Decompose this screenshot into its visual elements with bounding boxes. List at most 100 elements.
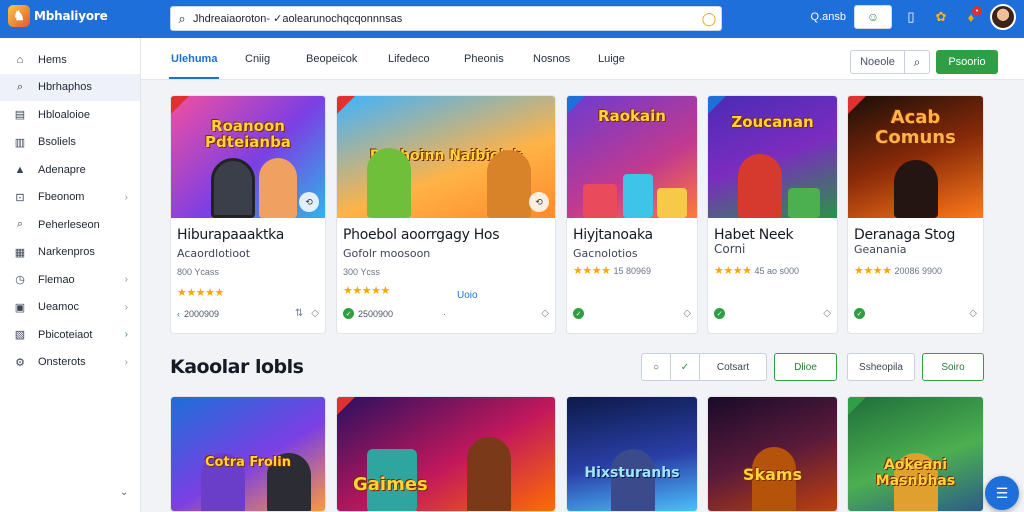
chat-icon[interactable]: ☰ xyxy=(985,476,1019,510)
game-thumbnail: Skams xyxy=(708,397,837,511)
card-title: Deranaga Stog xyxy=(854,227,956,243)
game-card[interactable]: Hixsturanhs xyxy=(566,396,698,512)
verified-icon: ✓ xyxy=(854,308,865,319)
share-icon[interactable]: ‹ xyxy=(177,309,180,319)
play-icon[interactable]: ⟲ xyxy=(529,192,549,212)
verified-icon: ✓ xyxy=(343,308,354,319)
card-subtitle: Gacnolotios xyxy=(573,247,638,260)
tab-6[interactable]: Luige xyxy=(598,53,625,65)
chart-icon: ▧ xyxy=(14,329,26,342)
main-content: Ulehuma Cniig Beopeicok Lifedeco Pheonis… xyxy=(141,38,1024,512)
card-title: Habet Neek xyxy=(714,227,794,243)
game-card[interactable]: Cotra Frolin xyxy=(170,396,326,512)
cart-icon[interactable]: ▯ xyxy=(900,6,922,28)
notifications-icon[interactable]: ♦ • xyxy=(960,6,982,28)
app-logo[interactable]: ♞ Mbhaliyore xyxy=(8,5,108,27)
chevron-right-icon: › xyxy=(124,356,128,368)
game-card[interactable]: Aokeani Masnbhas xyxy=(847,396,984,512)
wallet-button[interactable]: ☺ xyxy=(854,5,892,29)
game-card[interactable]: Raokain Hiyjtanoaka Gacnolotios ★★★★ 15 8… xyxy=(566,95,698,334)
shield-icon[interactable]: ◇ xyxy=(541,308,549,319)
sidebar-item-1[interactable]: ⌕ Hbrhaphos xyxy=(0,73,140,101)
card-extra: Uoio xyxy=(457,290,478,301)
search-input[interactable]: Jhdreaiaoroton- ✓aolearunochqcqonnnsas xyxy=(193,12,697,25)
search-icon: ⌕ xyxy=(16,80,24,93)
chevron-down-icon[interactable]: ⌄ xyxy=(120,487,128,498)
active-tab-indicator xyxy=(169,77,219,79)
search-icon: ⌕ xyxy=(16,218,24,231)
sidebar-item-2[interactable]: ▤ Hbloaloioe xyxy=(0,101,140,129)
sidebar-item-6[interactable]: ⌕ Peherleseon xyxy=(0,211,140,239)
sidebar-item-11[interactable]: ⚙ Onsterots › xyxy=(0,349,140,377)
tab-3[interactable]: Lifedeco xyxy=(388,53,430,65)
chevron-right-icon: › xyxy=(124,301,128,313)
tab-2[interactable]: Beopeicok xyxy=(306,53,357,65)
sidebar-item-3[interactable]: ▥ Bsoliels xyxy=(0,129,140,157)
game-card[interactable]: Skams xyxy=(707,396,838,512)
quick-search-link[interactable]: Q.ansb xyxy=(811,11,846,23)
shield-icon[interactable]: ◇ xyxy=(311,308,319,319)
primary-button[interactable]: Psoorio xyxy=(936,50,998,74)
gift-icon[interactable]: ✿ xyxy=(930,6,952,28)
game-thumbnail: Raphoinn Naibiolsk ⟲ xyxy=(337,96,555,218)
card-meta: 300 Ycss xyxy=(343,267,380,277)
filter-secondary[interactable]: Ssheopila xyxy=(847,353,915,381)
sidebar: ⌂ Hems ⌕ Hbrhaphos ▤ Hbloaloioe ▥ Bsoliels ▲… xyxy=(0,38,141,512)
logo-icon: ♞ xyxy=(8,5,30,27)
tab-4[interactable]: Pheonis xyxy=(464,53,504,65)
game-card[interactable]: Zoucanan Habet Neek Corni ★★★★ 45 ao s000… xyxy=(707,95,838,334)
sidebar-item-10[interactable]: ▧ Pbicoteiaot › xyxy=(0,321,140,349)
sort-select[interactable]: Noeole xyxy=(850,50,905,74)
calendar-icon: ▣ xyxy=(14,301,26,314)
tab-5[interactable]: Nosnos xyxy=(533,53,570,65)
rating-stars: ★★★★★ xyxy=(177,287,224,299)
avatar[interactable] xyxy=(990,4,1016,30)
card-subtitle: Corni xyxy=(714,242,746,256)
sidebar-item-4[interactable]: ▲ Adenapre xyxy=(0,156,140,184)
home-icon: ⌂ xyxy=(16,53,24,66)
game-card[interactable]: Raphoinn Naibiolsk ⟲ Phoebol aoorrgagy H… xyxy=(336,95,556,334)
voice-search-icon[interactable]: ◯ xyxy=(697,11,721,27)
chevron-right-icon: › xyxy=(124,191,128,203)
filter-outline[interactable]: Soiro xyxy=(922,353,984,381)
game-thumbnail: Raokain xyxy=(567,96,697,218)
card-title: Phoebol aoorrgagy Hos xyxy=(343,227,500,243)
filter-check[interactable]: ✓ xyxy=(670,353,700,381)
sidebar-item-9[interactable]: ▣ Ueamoc › xyxy=(0,294,140,322)
game-card[interactable]: Roanoon Pdteianba ⟲ Hiburapaaaktka Acaor… xyxy=(170,95,326,334)
card-title: Hiburapaaaktka xyxy=(177,227,284,243)
search-icon: ⌕ xyxy=(178,10,186,26)
user-icon: ▲ xyxy=(14,163,26,176)
game-thumbnail: Acab Comuns xyxy=(848,96,983,218)
sidebar-item-5[interactable]: ⊡ Fbeonom › xyxy=(0,184,140,212)
game-thumbnail: Hixsturanhs xyxy=(567,397,697,511)
game-card[interactable]: Gaimes xyxy=(336,396,556,512)
tab-1[interactable]: Cniig xyxy=(245,53,270,65)
sidebar-item-8[interactable]: ◷ Flemao › xyxy=(0,266,140,294)
shield-icon[interactable]: ◇ xyxy=(683,308,691,319)
tab-0[interactable]: Ulehuma xyxy=(171,53,217,65)
search-bar[interactable]: ⌕ Jhdreaiaoroton- ✓aolearunochqcqonnnsas… xyxy=(170,6,722,31)
shield-icon[interactable]: ◇ xyxy=(823,308,831,319)
sidebar-item-7[interactable]: ▦ Narkenpros xyxy=(0,239,140,267)
list-icon: ▤ xyxy=(14,109,26,122)
verified-icon: ✓ xyxy=(714,308,725,319)
filter-toggle[interactable]: ○ xyxy=(641,353,671,381)
search-button[interactable]: ⌕ xyxy=(904,50,930,74)
book-icon: ▥ xyxy=(14,136,26,149)
download-count: 2500900 xyxy=(358,308,394,319)
game-thumbnail: Roanoon Pdteianba ⟲ xyxy=(171,96,325,218)
verified-icon: ✓ xyxy=(573,308,584,319)
play-icon[interactable]: ⟲ xyxy=(299,192,319,212)
filter-sort[interactable]: Cotsart xyxy=(699,353,767,381)
card-subtitle: Geanania xyxy=(854,243,907,256)
notification-badge: • xyxy=(972,6,982,16)
shield-icon[interactable]: ◇ xyxy=(969,308,977,319)
game-thumbnail: Zoucanan xyxy=(708,96,837,218)
game-card[interactable]: Acab Comuns Deranaga Stog Geanania ★★★★ 2… xyxy=(847,95,984,334)
rating-stars: ★★★★ 45 ao s000 xyxy=(714,265,799,277)
filter-primary[interactable]: Dlioe xyxy=(774,353,837,381)
sidebar-item-0[interactable]: ⌂ Hems xyxy=(0,46,140,74)
section-title: Kaoolar lobls xyxy=(170,356,304,378)
filter-icon[interactable]: ⇅ xyxy=(295,308,303,319)
